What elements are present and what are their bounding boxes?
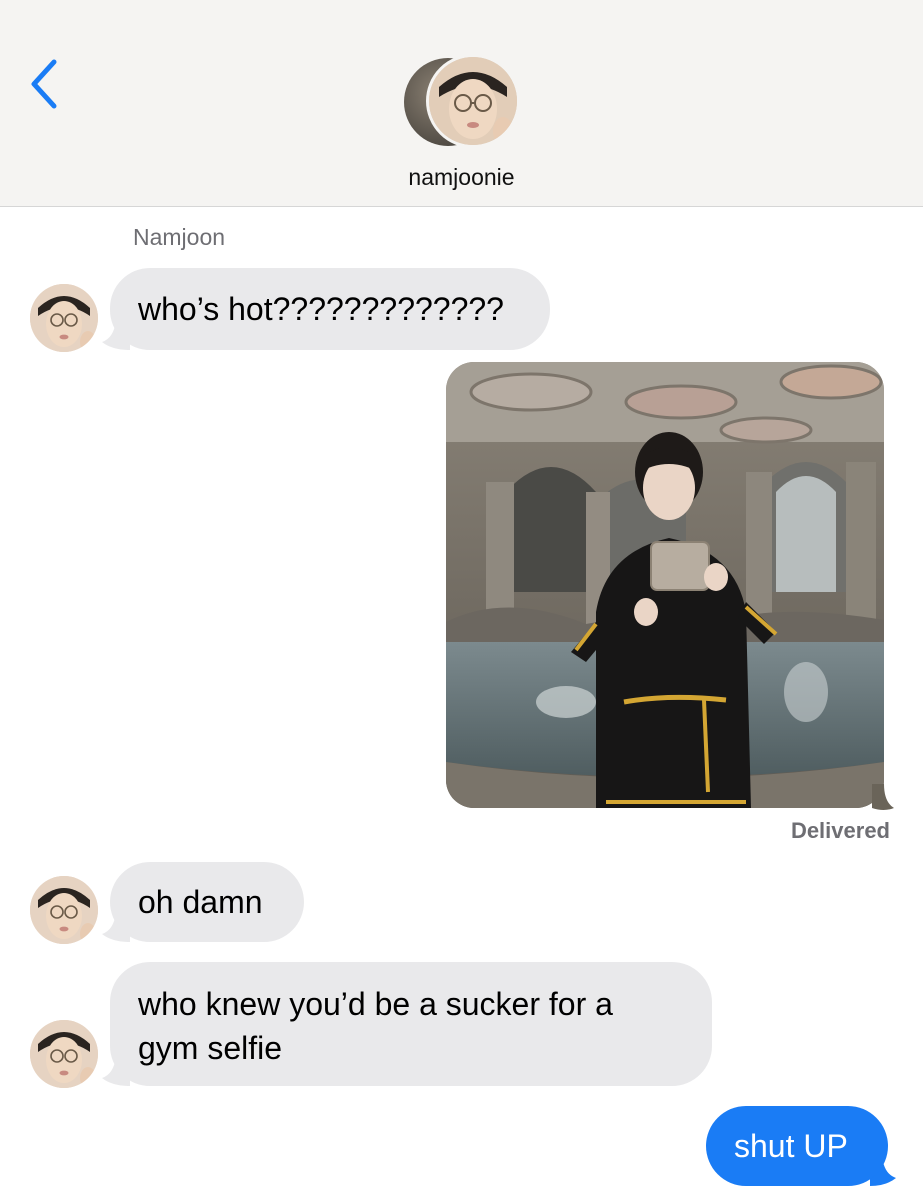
avatar-primary [426,54,520,148]
bubble-tail-right [872,784,894,810]
message-bubble-incoming[interactable]: who knew you’d be a sucker for a gym sel… [110,962,712,1086]
message-bubble-incoming[interactable]: oh damn [110,862,304,942]
sender-avatar[interactable] [30,876,98,944]
message-bubble-outgoing[interactable]: shut UP [706,1106,888,1186]
contact-avatar[interactable] [404,54,520,150]
chevron-left-icon [31,59,57,109]
message-bubble-incoming[interactable]: who’s hot????????????? [110,268,550,350]
contact-name[interactable]: namjoonie [0,164,923,191]
photo-message[interactable] [446,362,884,808]
delivered-status: Delivered [790,818,890,843]
back-button[interactable] [26,56,66,112]
sender-avatar[interactable] [30,1020,98,1088]
conversation-header: namjoonie [0,0,923,207]
sender-avatar[interactable] [30,284,98,352]
sender-name-label: Namjoon [133,224,226,250]
photo-image [446,362,884,808]
